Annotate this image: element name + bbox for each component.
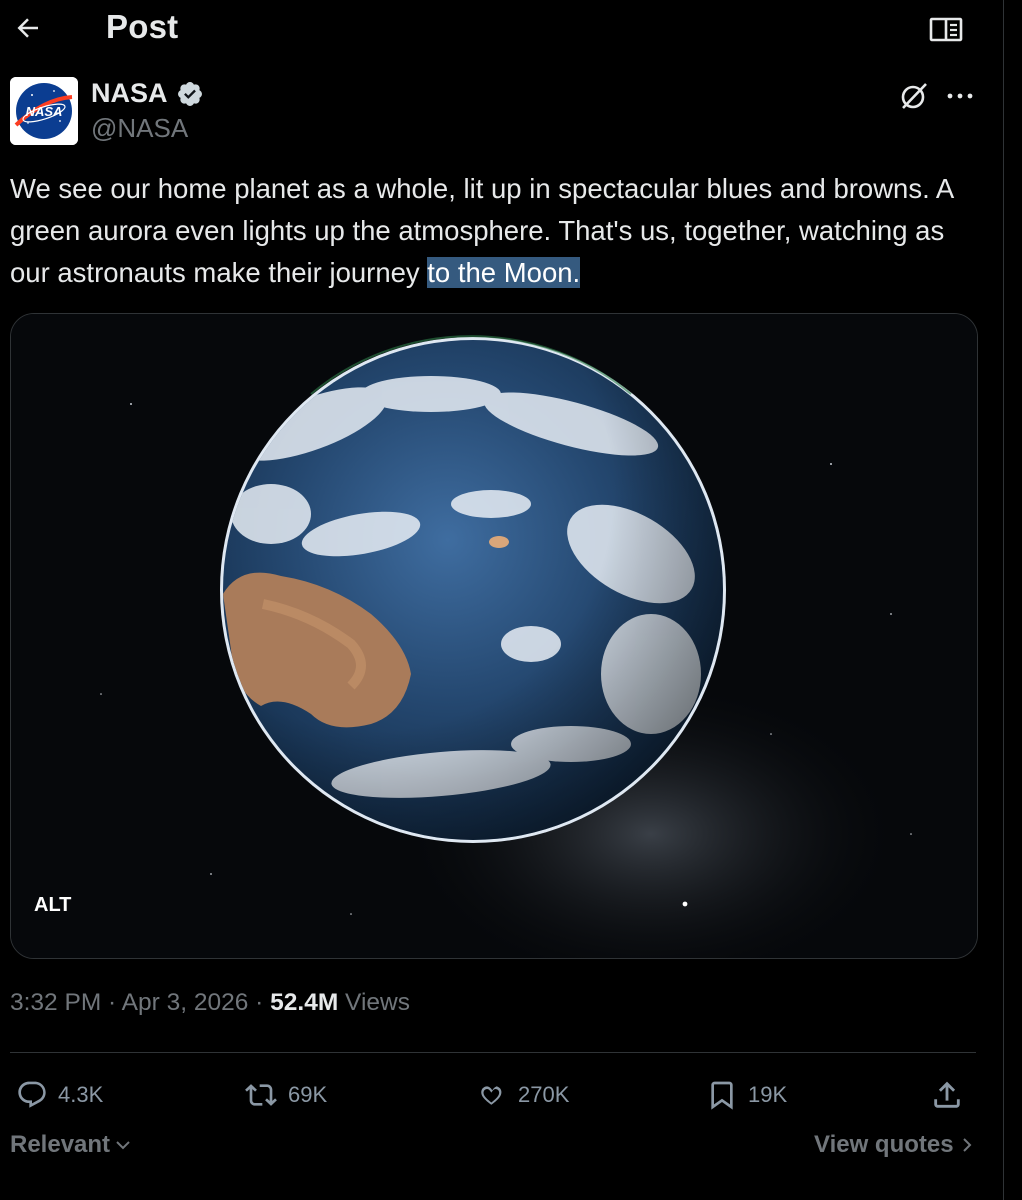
post-page: Post NASA NASA @NASA We see our home pla… [0,0,1022,1200]
view-quotes-label: View quotes [814,1131,954,1158]
alt-text-badge[interactable]: ALT [26,890,79,921]
post-time[interactable]: 3:32 PM [10,989,101,1016]
sort-replies-dropdown[interactable]: Relevant [10,1131,132,1159]
more-options-button[interactable] [940,80,980,112]
post-image[interactable] [10,313,978,959]
views-count: 52.4M [270,989,339,1016]
more-horizontal-icon [947,93,973,99]
repost-button[interactable]: 69K [244,1075,327,1115]
svg-text:NASA: NASA [26,104,63,119]
post-text-selection: to the Moon. [427,257,581,288]
author-handle[interactable]: @NASA [91,113,188,144]
grok-button[interactable] [894,78,934,114]
repost-count: 69K [288,1082,328,1107]
post-meta: 3:32 PM · Apr 3, 2026 · 52.4M Views [10,989,410,1017]
column-border [1003,0,1004,1200]
views-label: Views [338,989,410,1016]
verified-badge-icon [177,81,202,106]
page-title: Post [106,8,179,45]
sort-label: Relevant [10,1131,111,1158]
bookmark-button[interactable]: 19K [706,1075,787,1115]
earth-photo [11,314,977,958]
open-book-icon [929,17,963,42]
reader-mode-button[interactable] [926,10,966,50]
like-count: 270K [518,1082,570,1107]
view-quotes-link[interactable]: View quotes [814,1131,974,1159]
like-button[interactable]: 270K [476,1075,569,1115]
post-date[interactable]: Apr 3, 2026 [122,989,249,1016]
share-button[interactable] [930,1075,964,1115]
reply-count: 4.3K [58,1082,104,1107]
back-button[interactable] [8,8,48,48]
post-text: We see our home planet as a whole, lit u… [10,168,970,294]
author-name-row: NASA [91,78,204,109]
top-bar: Post [0,0,1002,56]
meta-separator: · [101,989,122,1016]
heart-icon [481,1086,502,1105]
repost-icon [245,1084,277,1106]
share-icon [934,1081,960,1108]
chevron-right-icon [962,1138,972,1152]
nasa-logo-icon: NASA [10,77,78,145]
grok-icon [901,83,927,109]
bookmark-count: 19K [748,1082,788,1107]
reply-button[interactable]: 4.3K [16,1075,103,1115]
bookmark-icon [711,1081,733,1110]
arrow-left-icon [17,18,38,38]
chevron-down-icon [116,1141,130,1150]
avatar[interactable]: NASA [10,77,78,145]
reply-icon [18,1081,46,1108]
author-name[interactable]: NASA [91,78,168,109]
meta-separator-2: · [248,989,271,1016]
divider [10,1052,976,1053]
